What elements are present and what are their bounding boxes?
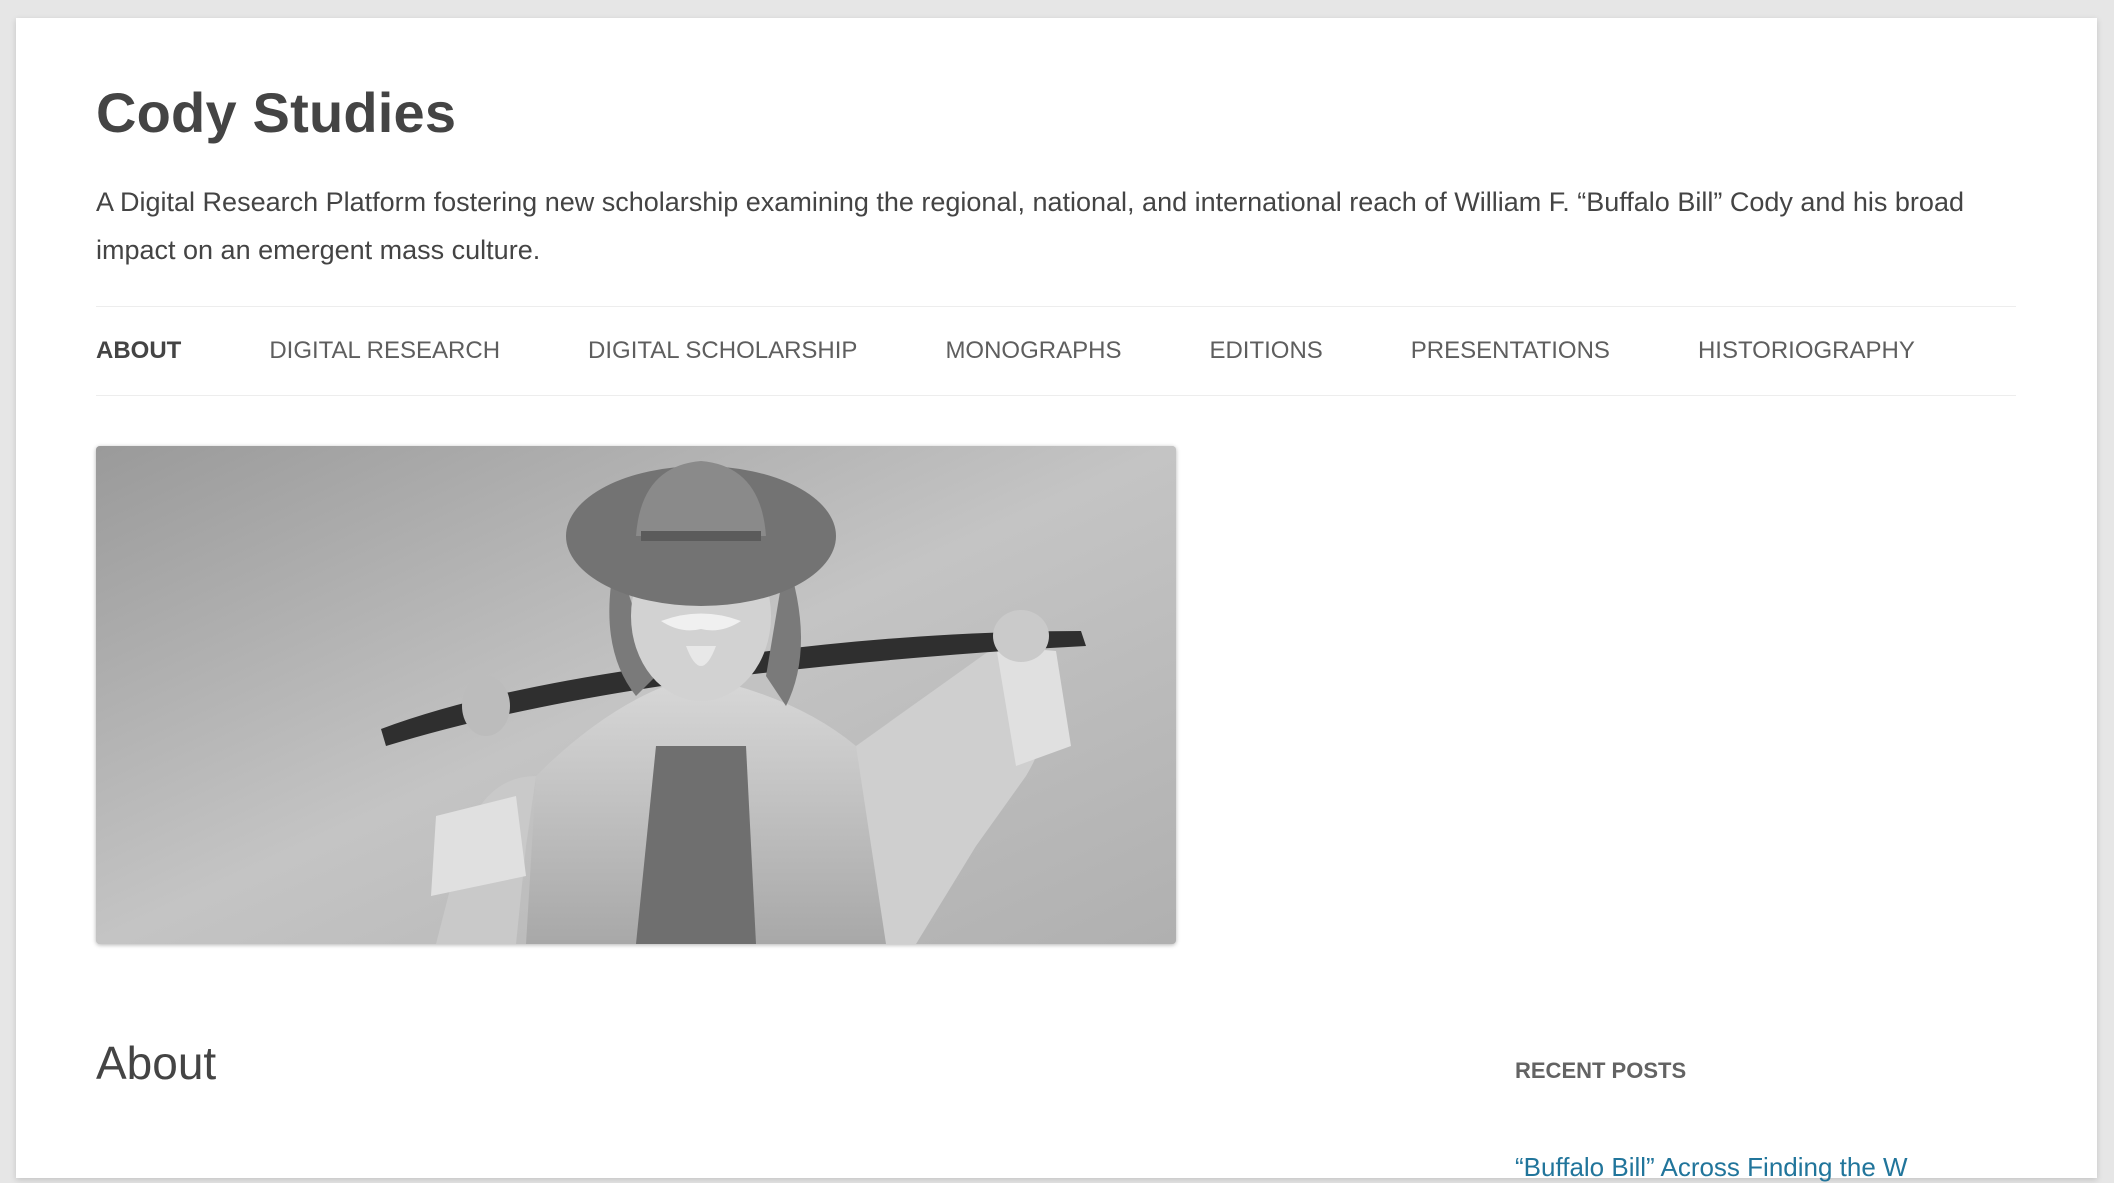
site-description: A Digital Research Platform fostering ne…: [96, 187, 1964, 265]
recent-post-link[interactable]: “Buffalo Bill” Across Finding the W: [1515, 1152, 1908, 1183]
nav-item-editions[interactable]: Editions: [1209, 337, 1322, 365]
main-navigation: About Digital Research Digital Scholarsh…: [96, 306, 2016, 396]
nav-menu: About Digital Research Digital Scholarsh…: [96, 307, 2016, 395]
header-photo: [96, 446, 1176, 944]
nav-item-historiography[interactable]: Historiography: [1698, 337, 1915, 365]
nav-item-digital-scholarship[interactable]: Digital Scholarship: [588, 337, 857, 365]
nav-item-about[interactable]: About: [96, 337, 181, 365]
recent-posts-title: Recent Posts: [1515, 1058, 1687, 1083]
page-title: About: [96, 1037, 217, 1089]
header-image: [96, 446, 1176, 944]
site-title[interactable]: Cody Studies: [96, 80, 456, 145]
nav-item-presentations[interactable]: Presentations: [1411, 337, 1610, 365]
nav-item-monographs[interactable]: Monographs: [945, 337, 1121, 365]
page-container: Cody Studies A Digital Research Platform…: [16, 18, 2097, 1182]
nav-item-digital-research[interactable]: Digital Research: [269, 337, 500, 365]
